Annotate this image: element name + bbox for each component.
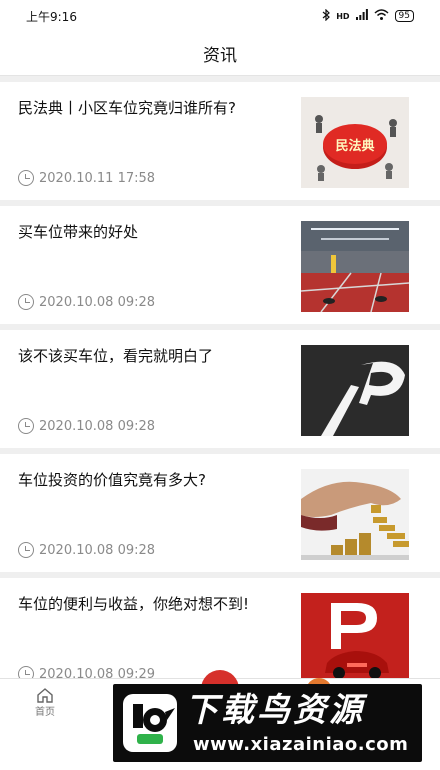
article-date-row: 2020.10.08 09:28 bbox=[18, 418, 155, 434]
article-thumbnail[interactable] bbox=[301, 469, 409, 560]
wifi-icon bbox=[374, 9, 389, 23]
network-label: HD bbox=[336, 11, 350, 21]
status-bar: 上午9:16 HD 95 bbox=[0, 0, 440, 32]
article-card[interactable]: 买车位带来的好处 2020.10.08 09:28 bbox=[0, 206, 440, 324]
article-thumbnail[interactable] bbox=[301, 221, 409, 312]
signal-icon bbox=[355, 9, 368, 23]
page-header: 资讯 bbox=[0, 32, 440, 76]
thumb-badge-text: 民法典 bbox=[335, 138, 374, 154]
article-title: 车位的便利与收益，你绝对想不到! bbox=[18, 595, 250, 613]
clock-icon bbox=[18, 542, 34, 558]
article-date: 2020.10.11 17:58 bbox=[39, 170, 156, 186]
bird-logo-icon bbox=[123, 694, 177, 752]
clock-icon bbox=[18, 418, 34, 434]
watermark-title: 下载鸟资源 bbox=[185, 690, 365, 729]
article-thumbnail[interactable]: 民法典 bbox=[301, 97, 409, 188]
clock-icon bbox=[18, 170, 34, 186]
battery-icon: 95 bbox=[394, 10, 414, 22]
tab-home-label: 首页 bbox=[35, 707, 55, 718]
status-time: 上午9:16 bbox=[26, 9, 77, 24]
article-thumbnail[interactable] bbox=[301, 345, 409, 436]
article-card[interactable]: 车位投资的价值究竟有多大? 2020.10.08 09:28 bbox=[0, 454, 440, 572]
article-date-row: 2020.10.08 09:28 bbox=[18, 294, 155, 310]
article-title: 买车位带来的好处 bbox=[18, 223, 139, 241]
status-icons: HD 95 bbox=[322, 8, 414, 24]
bluetooth-icon bbox=[322, 8, 331, 24]
article-card[interactable]: 民法典丨小区车位究竟归谁所有? 2020.10.11 17:58 民法典 bbox=[0, 82, 440, 200]
article-title: 车位投资的价值究竟有多大? bbox=[18, 471, 206, 489]
article-title: 该不该买车位，看完就明白了 bbox=[18, 347, 214, 365]
article-date: 2020.10.08 09:28 bbox=[39, 418, 156, 434]
article-title: 民法典丨小区车位究竟归谁所有? bbox=[18, 99, 236, 117]
article-thumbnail[interactable] bbox=[301, 593, 409, 684]
home-icon bbox=[37, 688, 53, 703]
article-date: 2020.10.08 09:28 bbox=[39, 294, 156, 310]
tab-home[interactable]: 首页 bbox=[28, 687, 62, 718]
article-date: 2020.10.08 09:28 bbox=[39, 542, 156, 558]
watermark-banner: 下载鸟资源 www.xiazainiao.com bbox=[113, 684, 422, 762]
clock-icon bbox=[18, 294, 34, 310]
watermark-url: www.xiazainiao.com bbox=[193, 734, 409, 755]
article-card[interactable]: 该不该买车位，看完就明白了 2020.10.08 09:28 bbox=[0, 330, 440, 448]
article-date-row: 2020.10.11 17:58 bbox=[18, 170, 155, 186]
page-title: 资讯 bbox=[203, 46, 237, 66]
article-date-row: 2020.10.08 09:28 bbox=[18, 542, 155, 558]
